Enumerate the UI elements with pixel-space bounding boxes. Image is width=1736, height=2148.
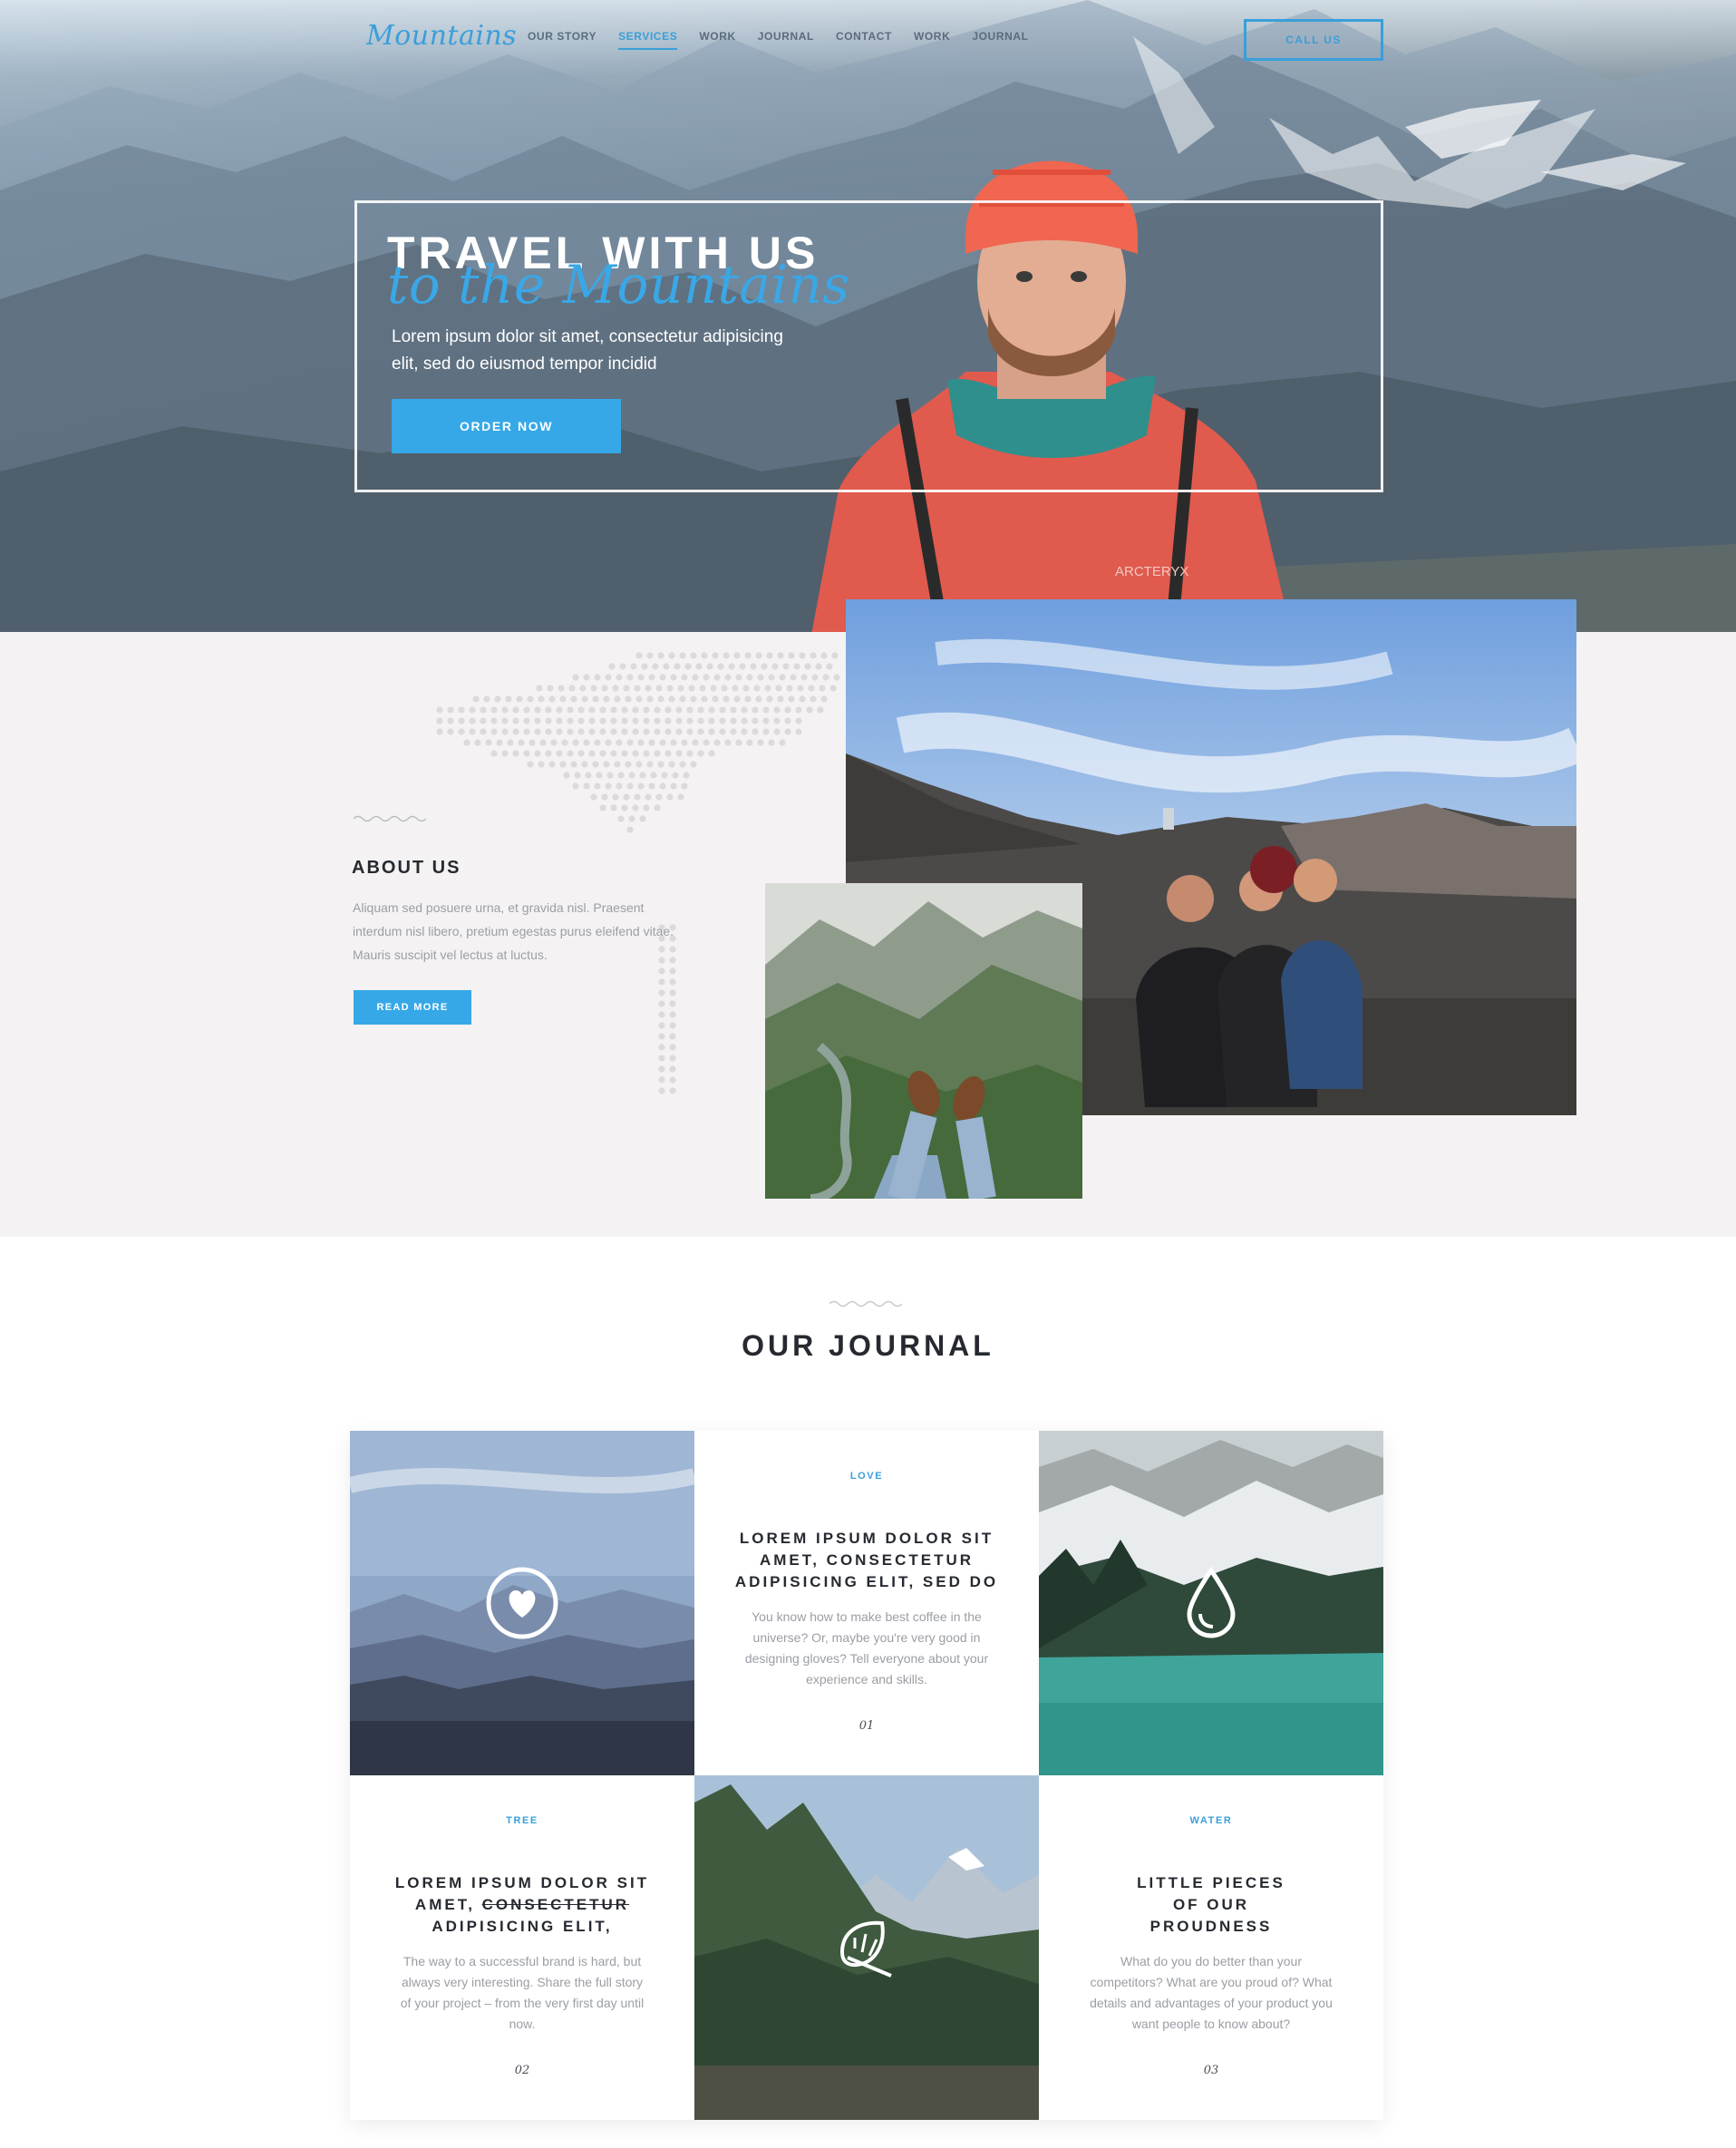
card-tag: TREE bbox=[506, 1815, 538, 1826]
card-body: The way to a successful brand is hard, b… bbox=[400, 1954, 645, 2031]
card-title[interactable]: LITTLE PIECES OF OUR PROUDNESS bbox=[1125, 1872, 1297, 1938]
journal-image-water[interactable] bbox=[1039, 1431, 1383, 1775]
card-number: 02 bbox=[514, 2064, 530, 2077]
hero-script-title: to the Mountains bbox=[387, 254, 850, 316]
nav-item-journal-2[interactable]: JOURNAL bbox=[972, 30, 1028, 50]
brand-logo[interactable]: Mountains bbox=[366, 20, 517, 52]
journal-wavy-divider bbox=[829, 1300, 902, 1307]
journal-image-tree[interactable] bbox=[694, 1775, 1039, 2120]
read-more-button[interactable]: READ MORE bbox=[354, 990, 471, 1025]
card-title-strike: CONSECTETUR bbox=[481, 1896, 630, 1913]
about-text: Aliquam sed posuere urna, et gravida nis… bbox=[353, 900, 674, 962]
card-number: 03 bbox=[1203, 2064, 1219, 2077]
card-title[interactable]: LOREM IPSUM DOLOR SIT AMET, CONSECTETUR … bbox=[713, 1528, 1021, 1593]
journal-card-tree[interactable]: TREE LOREM IPSUM DOLOR SIT AMET, CONSECT… bbox=[350, 1775, 694, 2120]
journal-grid: LOVE LOREM IPSUM DOLOR SIT AMET, CONSECT… bbox=[350, 1431, 1383, 2120]
nav-item-work[interactable]: WORK bbox=[699, 30, 735, 50]
nav-item-journal[interactable]: JOURNAL bbox=[758, 30, 814, 50]
leaf-icon bbox=[839, 1920, 892, 1978]
hero-section: ARCTERYX Mountains OUR STORY SERVICES WO… bbox=[0, 0, 1736, 632]
hero-text: Lorem ipsum dolor sit amet, consectetur … bbox=[392, 327, 783, 374]
card-tag: WATER bbox=[1189, 1815, 1233, 1826]
wavy-divider bbox=[354, 815, 426, 822]
nav-item-services[interactable]: SERVICES bbox=[618, 30, 678, 50]
order-now-button[interactable]: ORDER NOW bbox=[392, 399, 621, 453]
main-nav: OUR STORY SERVICES WORK JOURNAL CONTACT … bbox=[528, 30, 1051, 50]
water-drop-icon bbox=[1187, 1567, 1236, 1638]
valley-feet-photo bbox=[765, 883, 1082, 1199]
journal-card-water[interactable]: WATER LITTLE PIECES OF OUR PROUDNESS Wha… bbox=[1039, 1775, 1383, 2120]
svg-text:ARCTERYX: ARCTERYX bbox=[1115, 564, 1188, 579]
journal-image-love[interactable] bbox=[350, 1431, 694, 1775]
journal-title: OUR JOURNAL bbox=[742, 1329, 994, 1362]
about-title: ABOUT US bbox=[352, 858, 461, 878]
nav-item-contact[interactable]: CONTACT bbox=[836, 30, 892, 50]
card-tag: LOVE bbox=[849, 1471, 884, 1482]
journal-card-love[interactable]: LOVE LOREM IPSUM DOLOR SIT AMET, CONSECT… bbox=[694, 1431, 1039, 1775]
card-title-line-b: ADIPISICING ELIT, bbox=[432, 1918, 613, 1935]
nav-item-work-2[interactable]: WORK bbox=[914, 30, 950, 50]
card-body: What do you do better than your competit… bbox=[1090, 1954, 1333, 2031]
nav-item-our-story[interactable]: OUR STORY bbox=[528, 30, 596, 50]
call-us-button[interactable]: CALL US bbox=[1244, 19, 1383, 61]
card-body: You know how to make best coffee in the … bbox=[744, 1609, 989, 1686]
card-title[interactable]: LOREM IPSUM DOLOR SIT AMET, CONSECTETUR … bbox=[368, 1872, 676, 1938]
heart-icon bbox=[486, 1567, 558, 1639]
card-number: 01 bbox=[858, 1719, 875, 1733]
